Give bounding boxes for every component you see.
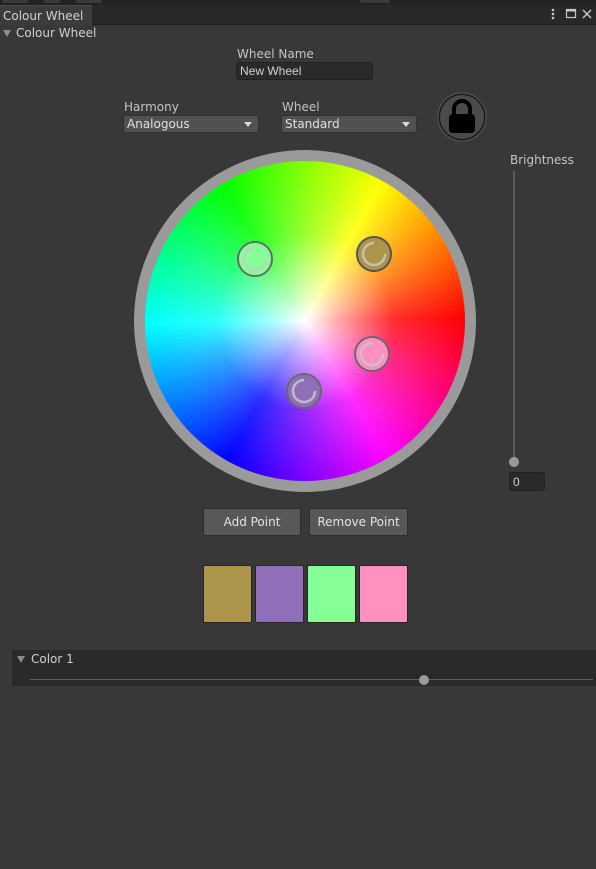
- brightness-track[interactable]: [513, 171, 515, 462]
- harmony-selected: Analogous: [127, 117, 190, 131]
- color-section-title[interactable]: Color 1: [31, 652, 74, 666]
- harmony-dropdown[interactable]: Analogous: [123, 115, 259, 133]
- chevron-down-icon: [244, 122, 252, 127]
- chevron-down-icon: [402, 122, 410, 127]
- window-tab[interactable]: Colour Wheel: [0, 5, 92, 25]
- foldout-title[interactable]: Colour Wheel: [16, 26, 96, 40]
- swatch-2[interactable]: [255, 565, 304, 623]
- swatch-3[interactable]: [307, 565, 356, 623]
- add-point-button[interactable]: Add Point: [203, 508, 301, 536]
- wheel-name-input[interactable]: [236, 62, 373, 80]
- maximize-icon[interactable]: [564, 6, 578, 22]
- color-section: [12, 650, 596, 686]
- wheel-center-fade: [145, 161, 465, 481]
- lock-button[interactable]: [437, 92, 487, 142]
- swatch-4[interactable]: [359, 565, 408, 623]
- lock-icon: [437, 92, 487, 142]
- wheel-type-label: Wheel: [282, 100, 320, 114]
- remove-point-button[interactable]: Remove Point: [309, 508, 408, 536]
- wheel-name-label: Wheel Name: [237, 47, 314, 61]
- colour-wheel[interactable]: [134, 150, 476, 492]
- kebab-menu-icon[interactable]: [546, 6, 560, 22]
- wheel-type-selected: Standard: [285, 117, 340, 131]
- harmony-label: Harmony: [124, 100, 179, 114]
- wheel-type-dropdown[interactable]: Standard: [281, 115, 417, 133]
- brightness-handle[interactable]: [509, 457, 519, 467]
- brightness-input[interactable]: [509, 472, 545, 491]
- color-slider-track[interactable]: [30, 679, 593, 680]
- foldout-arrow-icon[interactable]: [3, 30, 11, 37]
- foldout-arrow-icon[interactable]: [17, 656, 25, 663]
- close-icon[interactable]: [580, 6, 594, 22]
- swatch-1[interactable]: [203, 565, 252, 623]
- brightness-label: Brightness: [510, 153, 574, 167]
